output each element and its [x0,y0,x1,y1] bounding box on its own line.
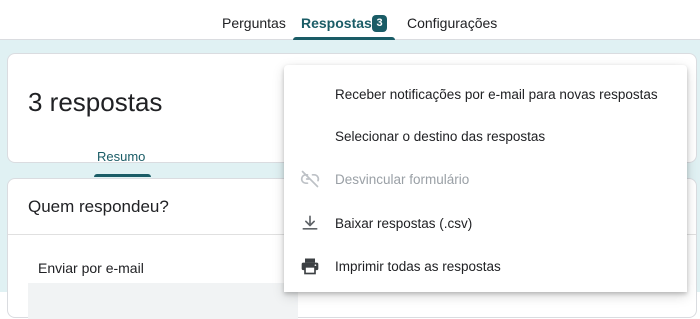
menu-item-label: Imprimir todas as respostas [335,259,501,274]
menu-item-label: Desvincular formulário [335,172,470,187]
respondents-title: Quem respondeu? [28,197,169,216]
top-navigation: Perguntas Respostas 3 Configurações [0,0,700,40]
menu-item-label: Receber notificações por e-mail para nov… [335,87,658,102]
menu-item-print-all[interactable]: Imprimir todas as respostas [284,245,687,288]
send-by-email-label: Enviar por e-mail [38,260,144,276]
menu-item-label: Selecionar o destino das respostas [335,129,546,144]
menu-item-download-csv[interactable]: Baixar respostas (.csv) [284,202,687,245]
tab-respostas[interactable]: Respostas [301,0,372,39]
responses-count-badge: 3 [372,15,387,32]
menu-item-select-destination[interactable]: Selecionar o destino das respostas [284,115,687,158]
responses-options-menu: Receber notificações por e-mail para nov… [284,65,687,292]
tab-resumo[interactable]: Resumo [97,149,145,164]
link-off-icon [300,169,320,189]
download-icon [300,213,320,233]
print-icon [300,256,320,276]
responses-count-title: 3 respostas [28,87,163,117]
menu-item-unlink-form: Desvincular formulário [284,158,687,201]
menu-item-email-notifications[interactable]: Receber notificações por e-mail para nov… [284,73,687,116]
menu-item-label: Baixar respostas (.csv) [335,216,473,231]
resumo-tab-indicator [94,174,151,177]
tab-perguntas[interactable]: Perguntas [222,0,286,39]
email-field-area[interactable] [28,283,298,319]
tab-configuracoes[interactable]: Configurações [407,0,497,39]
